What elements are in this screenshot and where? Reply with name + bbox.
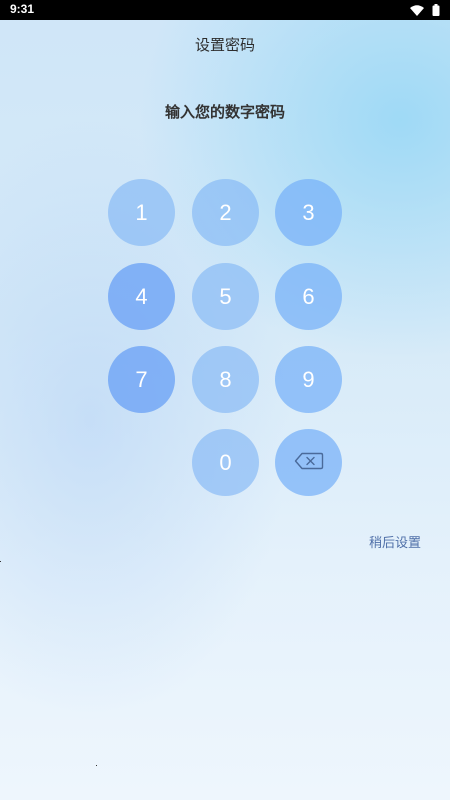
set-later-link[interactable]: 稍后设置 [369, 532, 421, 551]
backspace-icon [294, 450, 324, 476]
key-1[interactable]: 1 [108, 179, 175, 246]
numeric-keypad: 1 2 3 4 5 6 7 8 9 0 [108, 179, 342, 497]
key-8[interactable]: 8 [192, 346, 259, 413]
status-bar: 9:31 [0, 0, 450, 20]
key-3[interactable]: 3 [275, 179, 342, 246]
key-4[interactable]: 4 [108, 263, 175, 330]
key-0[interactable]: 0 [192, 429, 259, 496]
status-time: 9:31 [10, 2, 35, 16]
key-5[interactable]: 5 [192, 263, 259, 330]
battery-icon [432, 1, 440, 20]
key-9[interactable]: 9 [275, 346, 342, 413]
wifi-icon [410, 1, 424, 20]
stray-dot [96, 765, 97, 766]
backspace-button[interactable] [275, 429, 342, 496]
status-icons [410, 3, 440, 16]
key-7[interactable]: 7 [108, 346, 175, 413]
stray-dot [0, 561, 1, 562]
key-2[interactable]: 2 [192, 179, 259, 246]
key-6[interactable]: 6 [275, 263, 342, 330]
page-title: 设置密码 [194, 36, 255, 54]
passcode-prompt: 输入您的数字密码 [164, 103, 285, 121]
